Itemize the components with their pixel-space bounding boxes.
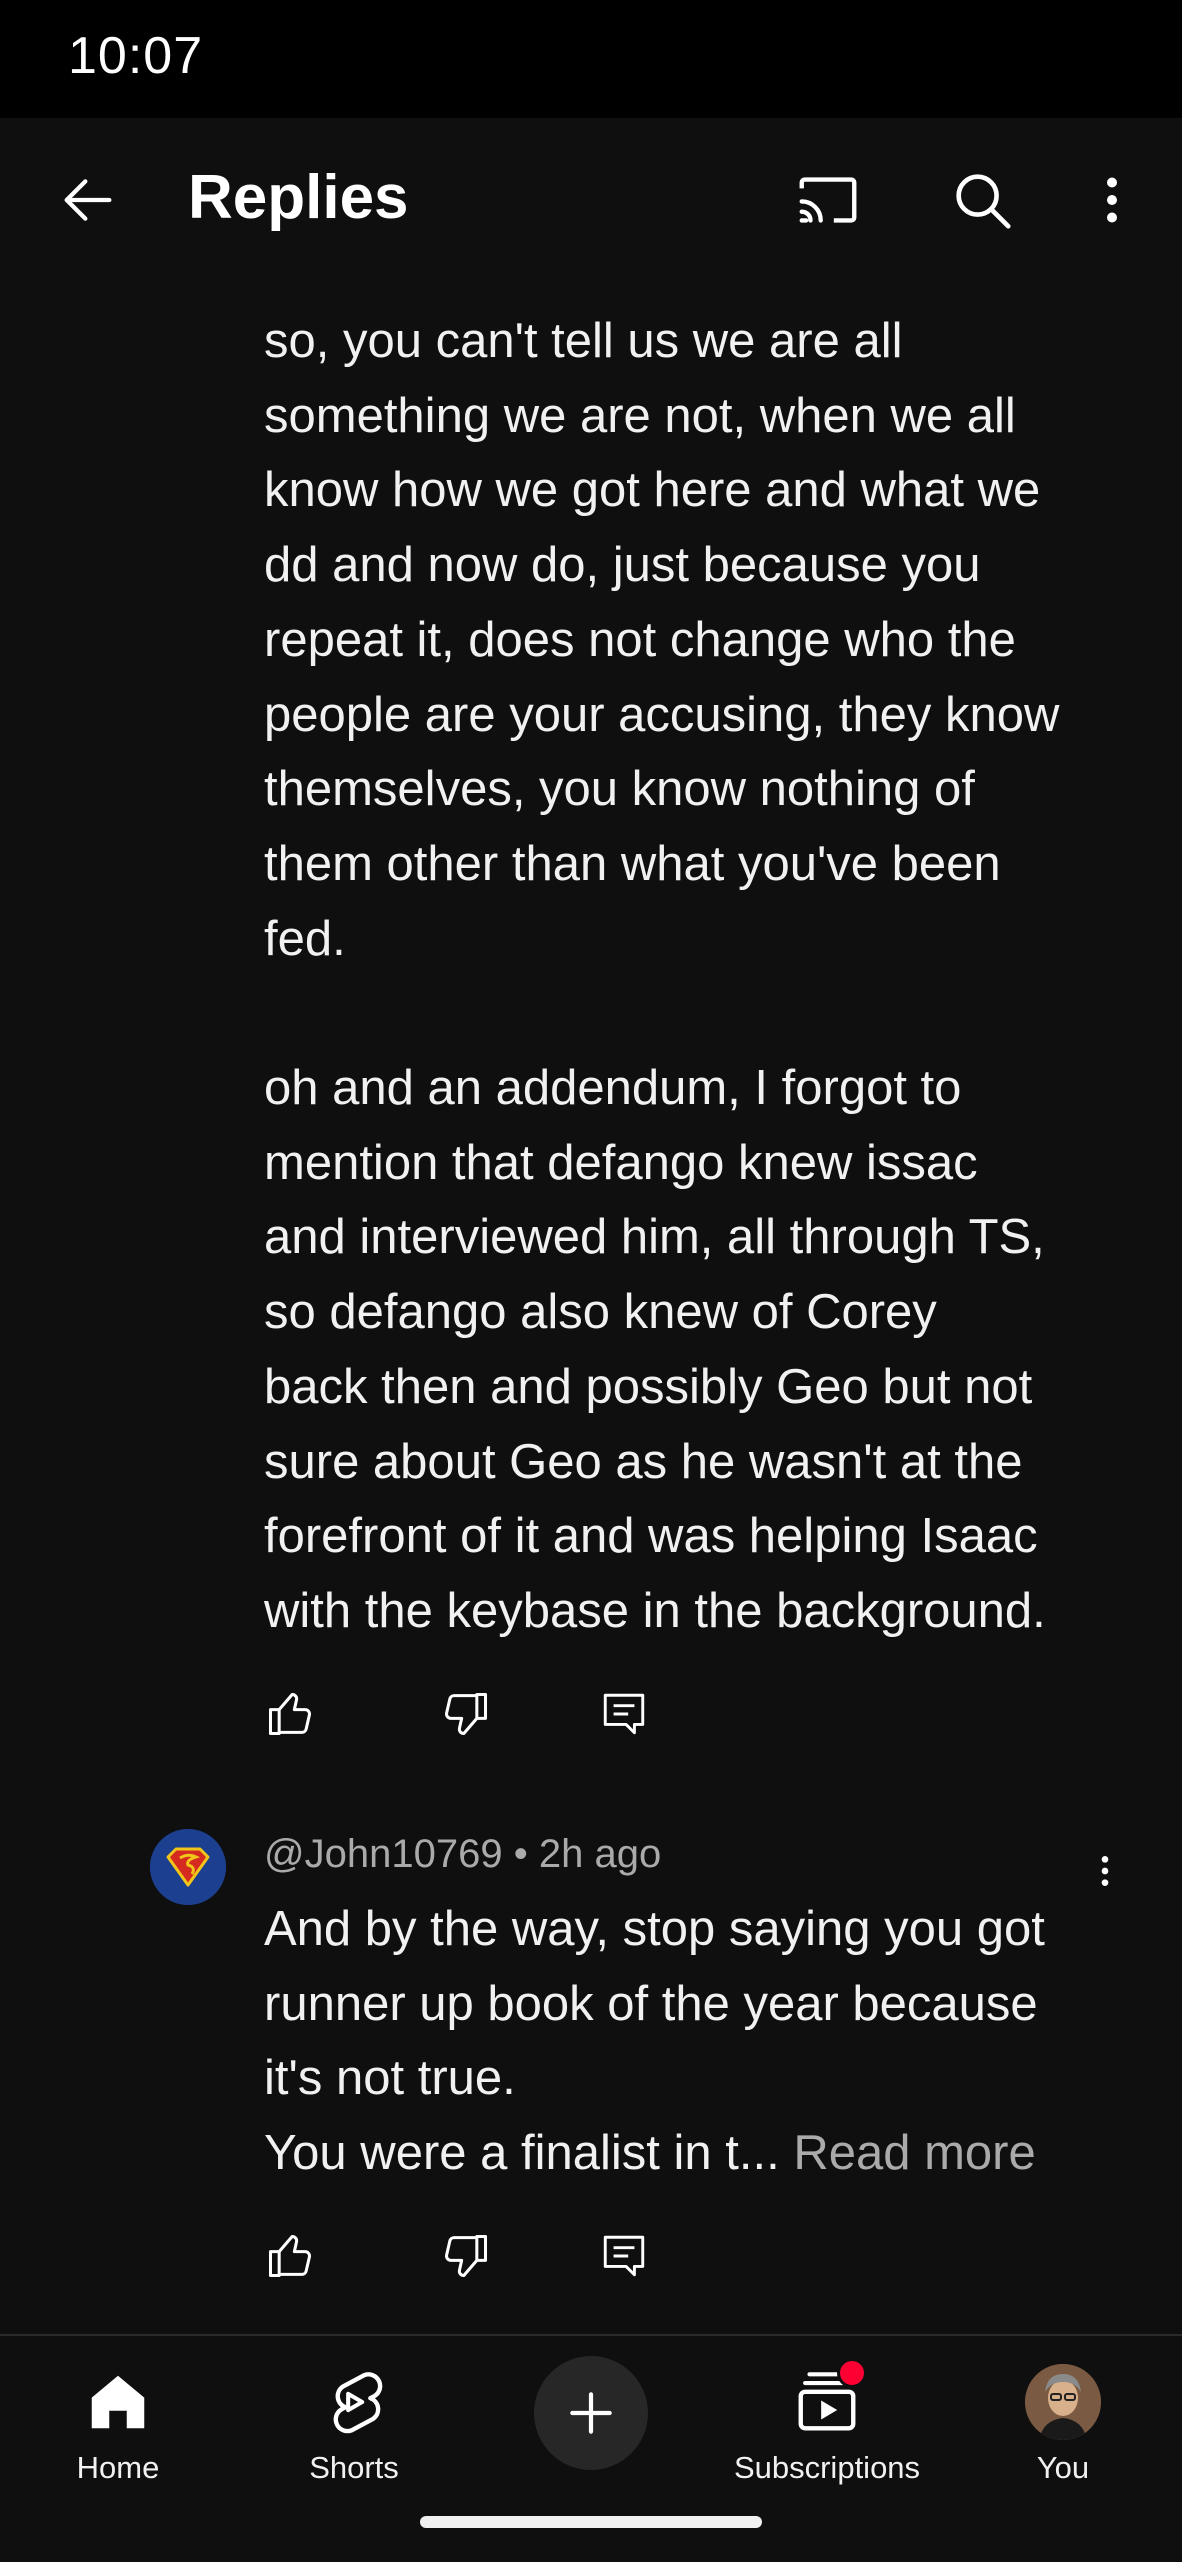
comment-line: people are your accusing, they know: [264, 687, 1060, 742]
comment-line: know how we got here and what we: [264, 463, 1041, 518]
nav-home[interactable]: Home: [18, 2354, 218, 2514]
like-icon: [268, 2234, 311, 2278]
comment-text-paragraph-2: oh and an addendum, I forgot to mention …: [264, 1051, 1144, 1649]
home-icon: [78, 2362, 158, 2442]
dislike-icon: [445, 2234, 488, 2278]
reply-button[interactable]: [592, 1682, 656, 1746]
comment-line: mention that defango knew issac: [264, 1135, 978, 1190]
notification-dot: [837, 2358, 867, 2388]
comment-author[interactable]: @John10769: [264, 1832, 503, 1876]
comment-time: 2h ago: [538, 1832, 662, 1876]
page-title: Replies: [188, 163, 409, 232]
read-more-link[interactable]: Read more: [793, 2126, 1035, 2180]
like-icon: [268, 1692, 311, 1736]
app-bar: Replies: [0, 118, 1182, 278]
comment-line: runner up book of the year because: [264, 1976, 1038, 2031]
comment-text: And by the way, stop saying you got runn…: [264, 1892, 1144, 2191]
comment-line: dd and now do, just because you: [264, 538, 981, 593]
nav-you[interactable]: You: [963, 2354, 1163, 2514]
reply-icon: [603, 1693, 645, 1735]
cast-button[interactable]: [786, 158, 870, 242]
comment-line: And by the way, stop saying you got: [264, 1902, 1045, 1956]
nav-shorts[interactable]: Shorts: [254, 2354, 454, 2514]
cast-icon: [799, 177, 857, 223]
comment-line: it's not true.: [264, 2051, 516, 2106]
nav-label: Subscriptions: [733, 2450, 921, 2485]
create-plus-icon: [570, 2392, 612, 2434]
comment-line: with the keybase in the background.: [264, 1583, 1046, 1638]
avatar[interactable]: [150, 1829, 226, 1905]
comment-line: repeat it, does not change who the: [264, 612, 1016, 667]
comment-line: back then and possibly Geo but not: [264, 1359, 1033, 1414]
comment-line-truncated: You were a finalist in t... Read more: [264, 2116, 1144, 2191]
comment-line: something we are not, when we all: [264, 388, 1016, 443]
comment-line: so, you can't tell us we are all: [264, 314, 903, 368]
home-indicator[interactable]: [420, 2516, 762, 2528]
status-time: 10:07: [68, 27, 204, 85]
comment-line: sure about Geo as he wasn't at the: [264, 1434, 1023, 1489]
shorts-icon: [314, 2362, 394, 2442]
reply-icon: [603, 2235, 645, 2277]
create-button[interactable]: [534, 2356, 648, 2470]
more-options-button[interactable]: [1070, 158, 1154, 242]
comment-line: fed.: [264, 911, 346, 966]
status-bar: 10:07: [0, 0, 1182, 118]
back-button[interactable]: [46, 158, 130, 242]
avatar: [1025, 2364, 1101, 2440]
comment-line: so defango also knew of Corey: [264, 1285, 937, 1340]
like-button[interactable]: [258, 1682, 322, 1746]
comment-line: forefront of it and was helping Isaac: [264, 1509, 1038, 1564]
dislike-button[interactable]: [434, 2224, 498, 2288]
search-icon: [956, 174, 1011, 229]
comment-line: them other than what you've been: [264, 836, 1001, 891]
profile-avatar: [1023, 2362, 1103, 2442]
nav-label: Shorts: [309, 2450, 399, 2485]
truncated-text: You were a finalist in t...: [264, 2126, 780, 2181]
comment-meta: @John10769 • 2h ago: [264, 1832, 661, 1877]
superman-logo-avatar: [150, 1829, 226, 1905]
nav-label: You: [1036, 2450, 1090, 2485]
search-button[interactable]: [940, 158, 1024, 242]
comment-line: and interviewed him, all through TS,: [264, 1210, 1045, 1265]
dislike-button[interactable]: [434, 1682, 498, 1746]
more-vert-icon: [1101, 1856, 1109, 1886]
back-arrow-icon: [64, 179, 112, 221]
dislike-icon: [445, 1692, 488, 1736]
meta-separator: •: [513, 1832, 528, 1876]
reply-button[interactable]: [592, 2224, 656, 2288]
more-vert-icon: [1107, 177, 1117, 223]
like-button[interactable]: [258, 2224, 322, 2288]
subscriptions-icon: [787, 2358, 867, 2442]
nav-subscriptions[interactable]: Subscriptions: [727, 2354, 927, 2514]
comment-line: oh and an addendum, I forgot to: [264, 1061, 962, 1115]
comment-actions: [258, 2224, 678, 2294]
comment-text-paragraph-1: so, you can't tell us we are all somethi…: [264, 304, 1144, 976]
nav-label: Home: [76, 2450, 160, 2485]
comment-actions: [258, 1682, 678, 1752]
comment-line: themselves, you know nothing of: [264, 762, 975, 817]
